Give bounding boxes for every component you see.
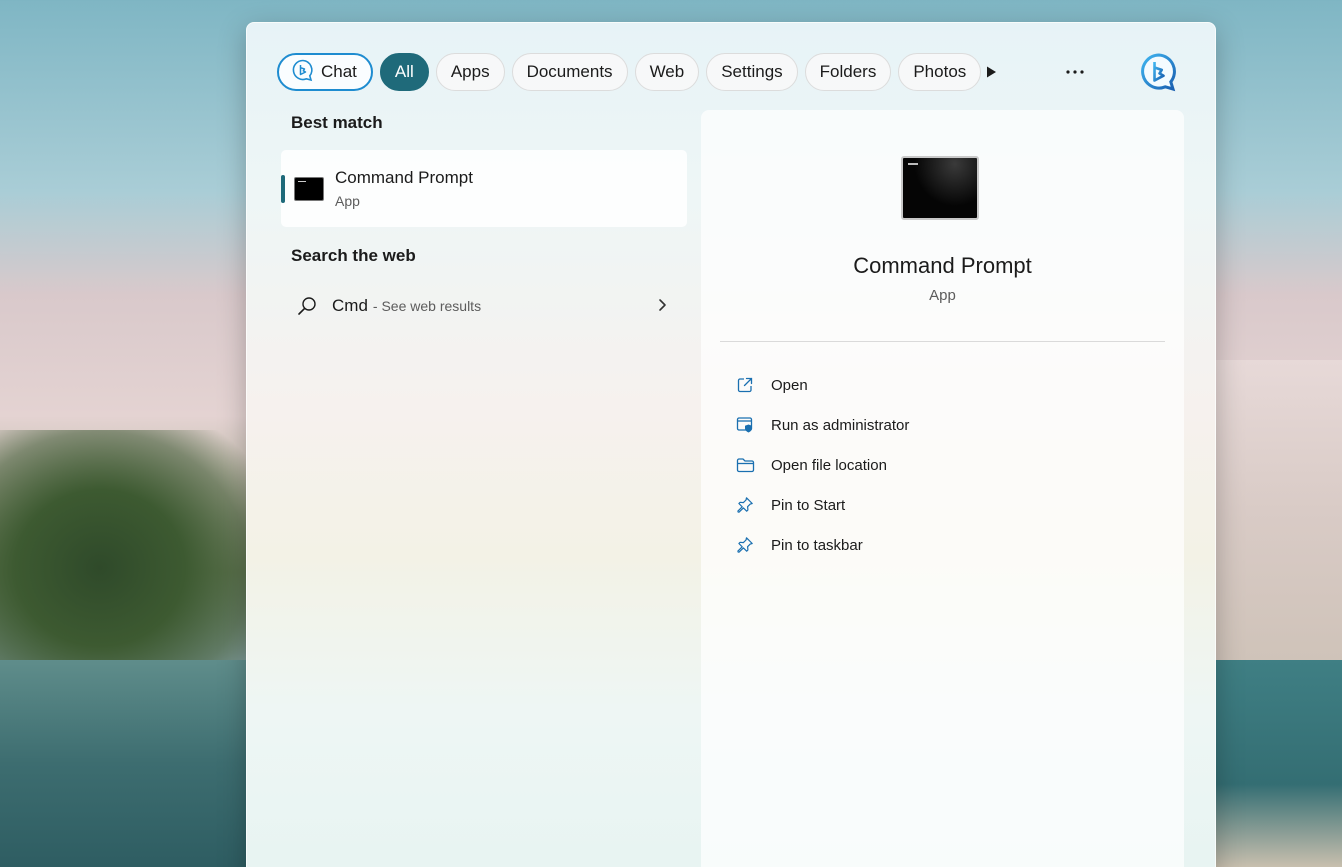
chat-button[interactable]: Chat bbox=[277, 53, 373, 91]
filter-bar: Chat All Apps Documents Web Settings Fol… bbox=[277, 52, 982, 92]
more-options-button[interactable] bbox=[1055, 52, 1095, 92]
bing-button[interactable] bbox=[1139, 52, 1179, 92]
play-icon bbox=[987, 66, 996, 78]
action-run-as-admin[interactable]: Run as administrator bbox=[735, 405, 909, 445]
folder-icon bbox=[735, 455, 755, 475]
best-match-result[interactable]: Command Prompt App bbox=[281, 150, 687, 227]
more-filters-button[interactable] bbox=[971, 52, 1011, 92]
bing-chat-icon bbox=[291, 58, 315, 87]
pin-icon bbox=[735, 535, 755, 555]
tab-settings[interactable]: Settings bbox=[706, 53, 798, 91]
action-pin-to-taskbar[interactable]: Pin to taskbar bbox=[735, 525, 909, 565]
command-prompt-large-icon bbox=[901, 156, 979, 220]
best-match-heading: Best match bbox=[291, 113, 383, 132]
wallpaper-hill-right bbox=[1212, 360, 1342, 660]
tab-web[interactable]: Web bbox=[634, 53, 700, 91]
details-app-type: App bbox=[929, 287, 956, 304]
tab-all[interactable]: All bbox=[379, 53, 429, 91]
details-pane: Command Prompt App Open Run as administr… bbox=[701, 110, 1184, 867]
web-query: Cmd bbox=[332, 296, 368, 315]
web-results-suffix: - See web results bbox=[372, 298, 482, 314]
action-open-file-location[interactable]: Open file location bbox=[735, 445, 909, 485]
action-label: Pin to Start bbox=[771, 496, 846, 514]
action-label: Pin to taskbar bbox=[771, 536, 863, 554]
action-pin-to-start[interactable]: Pin to Start bbox=[735, 485, 909, 525]
tab-documents[interactable]: Documents bbox=[511, 53, 628, 91]
bing-icon bbox=[1141, 53, 1176, 92]
search-icon bbox=[298, 297, 316, 315]
result-app-name: Command Prompt bbox=[335, 168, 473, 187]
tab-apps[interactable]: Apps bbox=[435, 53, 505, 91]
chat-label: Chat bbox=[321, 62, 357, 81]
command-prompt-icon bbox=[294, 176, 324, 201]
tab-folders[interactable]: Folders bbox=[804, 53, 892, 91]
search-web-heading: Search the web bbox=[291, 246, 416, 265]
details-divider bbox=[720, 341, 1165, 342]
shield-admin-icon bbox=[735, 415, 755, 435]
chevron-right-icon bbox=[659, 299, 666, 311]
action-open[interactable]: Open bbox=[735, 365, 909, 405]
web-search-result[interactable]: Cmd - See web results bbox=[281, 286, 689, 326]
details-app-name: Command Prompt bbox=[853, 253, 1032, 278]
search-panel: Chat All Apps Documents Web Settings Fol… bbox=[246, 22, 1216, 867]
selection-indicator bbox=[281, 175, 285, 203]
action-label: Open bbox=[771, 376, 808, 394]
pin-icon bbox=[735, 495, 755, 515]
action-list: Open Run as administrator Open file loca… bbox=[735, 365, 909, 565]
more-icon bbox=[1066, 70, 1084, 74]
action-label: Open file location bbox=[771, 456, 887, 474]
tab-photos[interactable]: Photos bbox=[898, 53, 982, 91]
open-external-icon bbox=[735, 375, 755, 395]
action-label: Run as administrator bbox=[771, 416, 910, 434]
wallpaper-lake-left bbox=[0, 660, 250, 867]
wallpaper-trees bbox=[0, 430, 250, 660]
results-column: Best match Command Prompt App Search the… bbox=[281, 113, 689, 326]
wallpaper-lake-right bbox=[1212, 660, 1342, 867]
top-right-controls bbox=[971, 52, 1179, 92]
result-app-type: App bbox=[335, 193, 360, 209]
